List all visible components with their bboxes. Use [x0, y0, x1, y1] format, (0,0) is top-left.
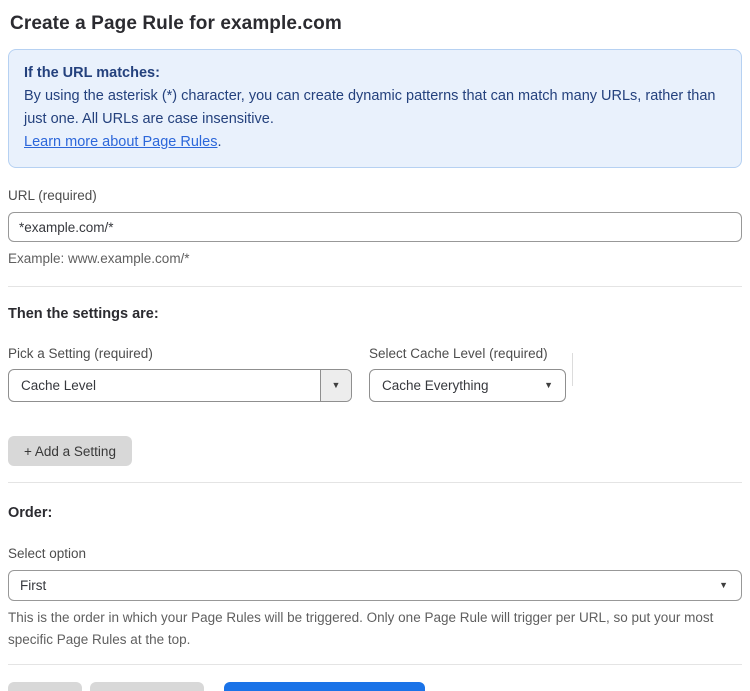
setting-picker-dropdown[interactable]: Cache Level ▼	[8, 369, 352, 402]
save-as-draft-button[interactable]: Save as Draft	[90, 682, 204, 691]
create-page-rule-form: Create a Page Rule for example.com If th…	[0, 0, 750, 691]
setting-picker-column: Pick a Setting (required) Cache Level ▼	[8, 346, 352, 402]
order-select-arrow: ▼	[719, 581, 741, 590]
order-select-value: First	[20, 578, 47, 593]
order-select[interactable]: First ▼	[8, 570, 742, 601]
cache-level-column: Select Cache Level (required) Cache Ever…	[369, 346, 566, 402]
chevron-down-icon: ▼	[544, 380, 553, 390]
learn-more-link[interactable]: Learn more about Page Rules	[24, 134, 217, 150]
setting-picker-label: Pick a Setting (required)	[8, 346, 153, 361]
cache-level-label: Select Cache Level (required)	[369, 346, 548, 361]
order-helper-text: This is the order in which your Page Rul…	[8, 610, 714, 647]
setting-picker-arrow-button[interactable]: ▼	[320, 370, 351, 401]
link-period: .	[217, 134, 222, 150]
chevron-down-icon: ▼	[331, 380, 341, 390]
divider	[8, 664, 742, 665]
page-title: Create a Page Rule for example.com	[10, 13, 342, 34]
order-section-heading: Order:	[8, 505, 53, 521]
url-input[interactable]	[8, 212, 742, 242]
order-select-label: Select option	[8, 546, 87, 561]
url-field-label: URL (required)	[8, 188, 97, 203]
url-helper-text: Example: www.example.com/*	[8, 251, 190, 266]
cache-level-value: Cache Everything	[382, 378, 489, 393]
info-box-link-line: Learn more about Page Rules.	[24, 131, 726, 154]
form-actions: Cancel Save as Draft Save and Deploy Pag…	[8, 682, 742, 691]
chevron-down-icon: ▼	[719, 580, 728, 590]
setting-picker-value: Cache Level	[21, 378, 97, 393]
divider	[8, 482, 742, 483]
settings-row: Pick a Setting (required) Cache Level ▼ …	[8, 346, 742, 402]
settings-section-heading: Then the settings are:	[8, 306, 159, 322]
add-setting-button[interactable]: + Add a Setting	[8, 436, 132, 466]
column-edge-divider	[572, 353, 573, 386]
divider	[8, 286, 742, 287]
save-and-deploy-button[interactable]: Save and Deploy Page Rule	[223, 682, 426, 691]
cancel-button[interactable]: Cancel	[8, 682, 83, 691]
cache-level-dropdown[interactable]: Cache Everything ▼	[369, 369, 566, 402]
url-matches-info-box: If the URL matches: By using the asteris…	[8, 49, 742, 168]
cache-level-arrow: ▼	[544, 370, 565, 401]
info-box-heading: If the URL matches:	[24, 65, 160, 81]
info-box-body: By using the asterisk (*) character, you…	[24, 88, 716, 127]
